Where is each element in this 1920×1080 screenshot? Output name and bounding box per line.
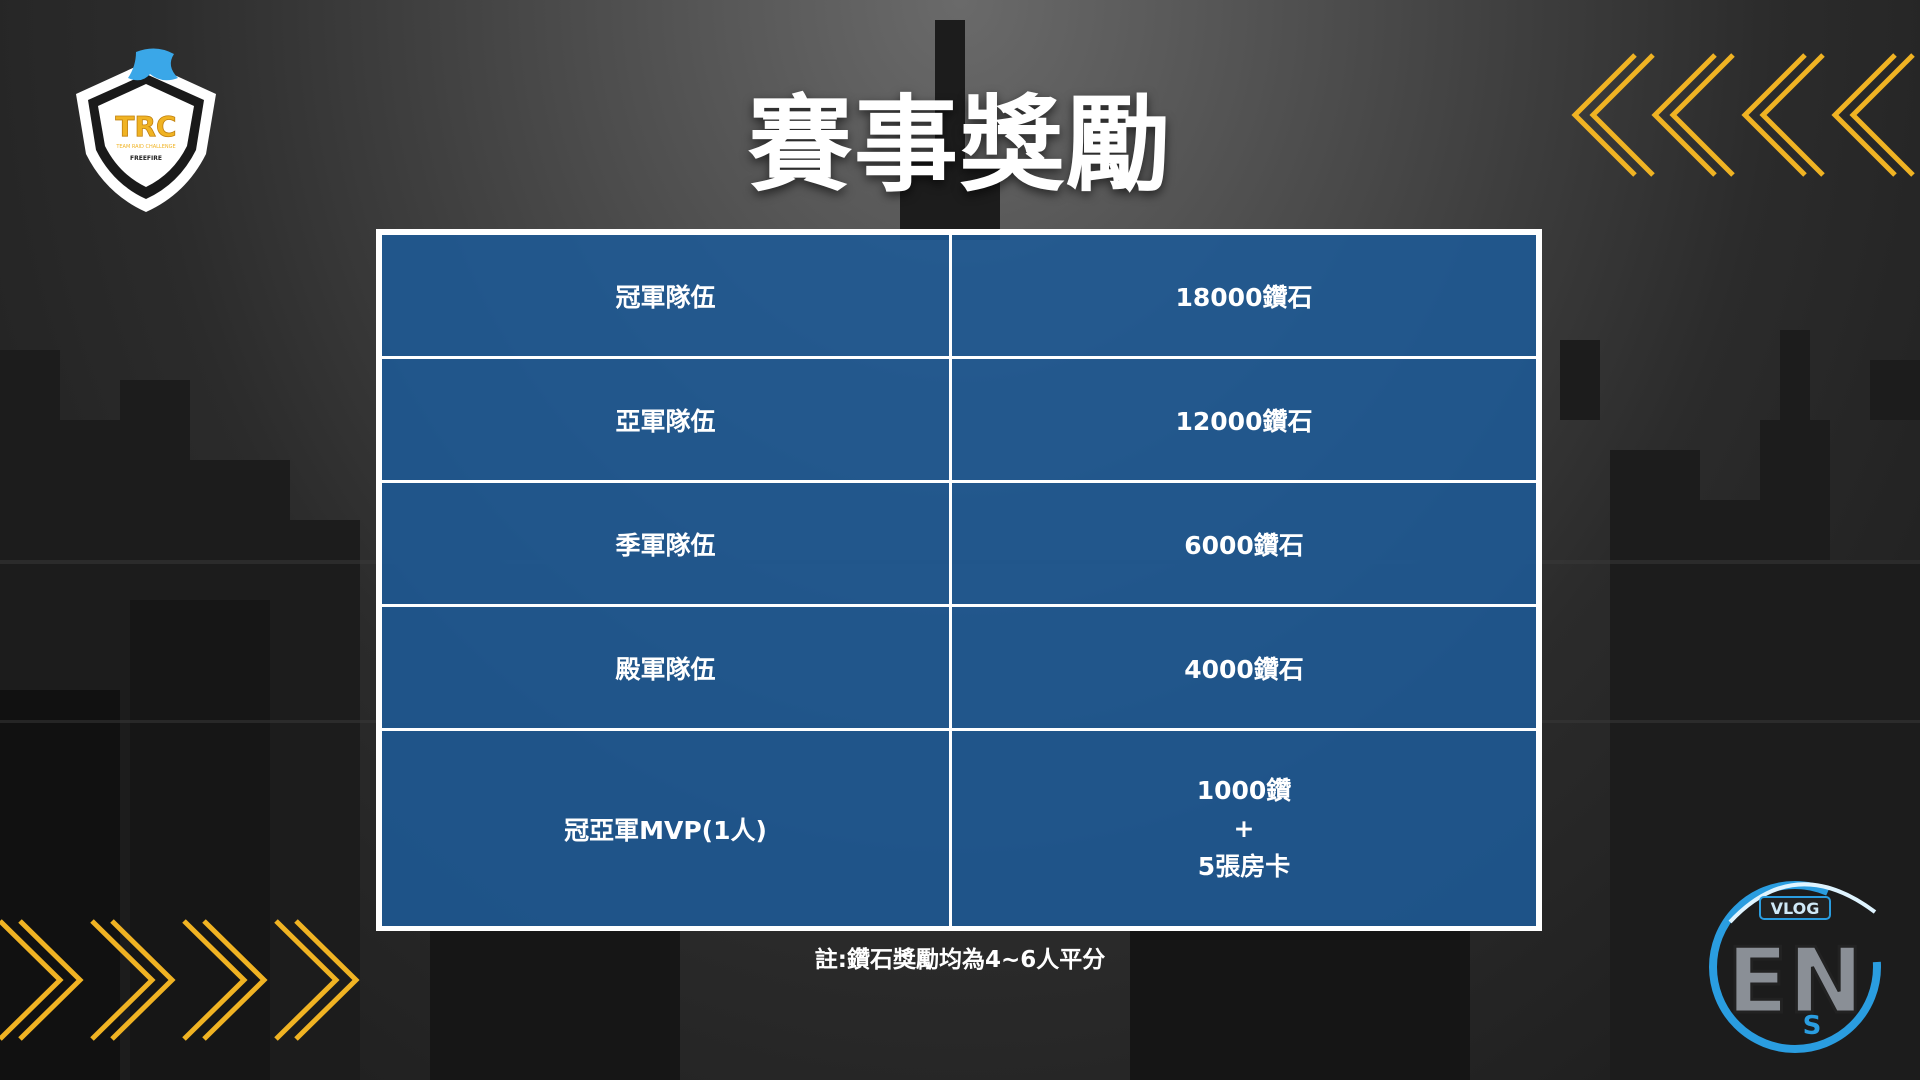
place-cell: 亞軍隊伍: [379, 356, 952, 483]
reward-line: 5張房卡: [1197, 851, 1291, 881]
place-cell: 冠亞軍MVP(1人): [379, 728, 952, 929]
reward-line: +: [1233, 813, 1255, 843]
reward-cell: 18000鑽石: [949, 232, 1539, 359]
reward-line: 1000鑽: [1196, 775, 1292, 805]
place-cell: 冠軍隊伍: [379, 232, 952, 359]
footnote: 註:鑽石獎勵均為4~6人平分: [814, 947, 1106, 973]
svg-text:VLOG: VLOG: [1771, 899, 1820, 918]
table-row: 冠軍隊伍 18000鑽石: [379, 232, 1539, 359]
chevron-right-decoration-icon: [0, 919, 360, 1041]
reward-cell: 6000鑽石: [949, 480, 1539, 607]
chevron-left-decoration-icon: [1571, 53, 1915, 177]
reward-cell: 4000鑽石: [949, 604, 1539, 731]
rewards-table: 冠軍隊伍 18000鑽石 亞軍隊伍 12000鑽石 季軍隊伍 6000鑽石 殿軍…: [376, 229, 1542, 931]
svg-text:S: S: [1803, 1011, 1822, 1041]
table-row: 季軍隊伍 6000鑽石: [379, 480, 1539, 607]
reward-cell: 1000鑽 + 5張房卡: [949, 728, 1539, 929]
place-cell: 季軍隊伍: [379, 480, 952, 607]
table-row-mvp: 冠亞軍MVP(1人) 1000鑽 + 5張房卡: [379, 728, 1539, 929]
table-row: 亞軍隊伍 12000鑽石: [379, 356, 1539, 483]
reward-cell: 12000鑽石: [949, 356, 1539, 483]
place-cell: 殿軍隊伍: [379, 604, 952, 731]
ens-vlog-logo: VLOG EN S: [1709, 881, 1881, 1053]
table-row: 殿軍隊伍 4000鑽石: [379, 604, 1539, 731]
svg-text:EN: EN: [1727, 929, 1864, 1034]
